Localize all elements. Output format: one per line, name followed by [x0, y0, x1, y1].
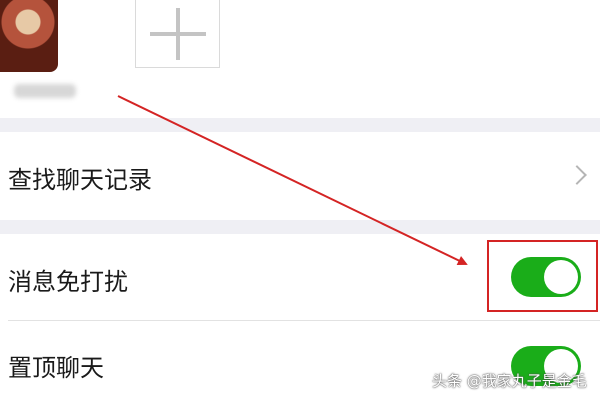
annotation-arrow	[117, 95, 468, 266]
annotation-arrow-line	[117, 95, 468, 266]
watermark-text: 头条 @我家丸子是金毛	[432, 372, 587, 390]
